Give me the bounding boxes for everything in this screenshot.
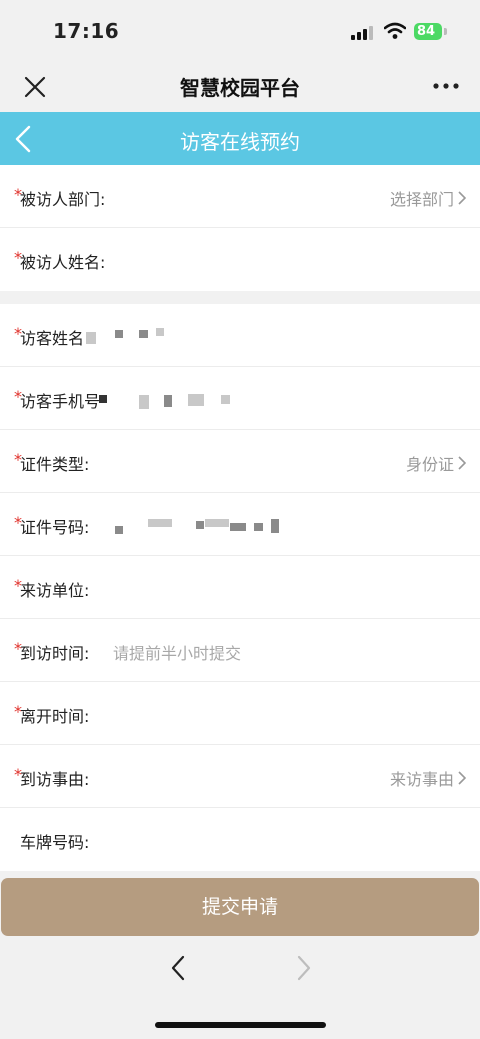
page-title: 访客在线预约 xyxy=(180,130,300,154)
status-bar: 17:16 84 xyxy=(0,0,480,62)
departure-time-label: 离开时间: xyxy=(20,707,90,726)
redacted-text xyxy=(221,395,230,404)
visit-reason-label: 到访事由: xyxy=(20,770,90,789)
redacted-text xyxy=(139,330,148,338)
chevron-right-icon[interactable] xyxy=(294,955,312,981)
battery-tip xyxy=(444,28,447,35)
license-plate-row[interactable]: 车牌号码: xyxy=(0,808,480,871)
redacted-text xyxy=(86,332,96,344)
visitor-section: * 访客姓名 * 访客手机号 * 证件类型: 身份证 * 证件号码: * 来访单… xyxy=(0,304,480,871)
visitor-name-row[interactable]: * 访客姓名 xyxy=(0,304,480,367)
visit-reason-value[interactable]: 来访事由 xyxy=(390,766,454,790)
visitor-phone-row[interactable]: * 访客手机号 xyxy=(0,367,480,430)
host-name-label: 被访人姓名: xyxy=(20,253,106,272)
redacted-text xyxy=(115,330,123,338)
id-type-value[interactable]: 身份证 xyxy=(406,451,454,475)
redacted-text xyxy=(115,526,123,534)
battery-level: 84 xyxy=(417,24,436,39)
home-indicator xyxy=(155,1022,326,1028)
visitor-company-row[interactable]: * 来访单位: xyxy=(0,556,480,619)
redacted-text xyxy=(271,519,279,533)
redacted-text xyxy=(205,519,229,527)
redacted-text xyxy=(188,394,204,406)
redacted-text xyxy=(164,395,172,407)
chevron-right-icon xyxy=(458,456,466,470)
id-number-label: 证件号码: xyxy=(20,518,90,537)
page-header: 访客在线预约 xyxy=(0,112,480,165)
department-row[interactable]: * 被访人部门: 选择部门 xyxy=(0,165,480,228)
redacted-text xyxy=(254,523,263,531)
id-number-row[interactable]: * 证件号码: xyxy=(0,493,480,556)
redacted-text xyxy=(156,328,164,336)
app-header: 智慧校园平台 xyxy=(0,62,480,112)
host-name-row[interactable]: * 被访人姓名: xyxy=(0,228,480,291)
department-value[interactable]: 选择部门 xyxy=(390,186,454,210)
arrival-time-label: 到访时间: xyxy=(20,644,90,663)
redacted-text xyxy=(148,519,172,527)
redacted-text xyxy=(99,395,107,403)
visit-reason-row[interactable]: * 到访事由: 来访事由 xyxy=(0,745,480,808)
host-section: * 被访人部门: 选择部门 * 被访人姓名: xyxy=(0,165,480,291)
submit-button[interactable]: 提交申请 xyxy=(1,878,479,936)
redacted-text xyxy=(196,521,204,529)
redacted-text xyxy=(230,523,246,531)
arrival-time-row[interactable]: * 到访时间: 请提前半小时提交 xyxy=(0,619,480,682)
visitor-name-label: 访客姓名 xyxy=(20,329,85,348)
battery-icon: 84 xyxy=(414,23,442,40)
app-title: 智慧校园平台 xyxy=(180,76,300,100)
license-plate-label: 车牌号码: xyxy=(20,833,90,852)
department-label: 被访人部门: xyxy=(20,190,106,209)
more-icon[interactable] xyxy=(432,82,460,90)
arrival-time-placeholder[interactable]: 请提前半小时提交 xyxy=(113,640,241,664)
visitor-company-label: 来访单位: xyxy=(20,581,90,600)
chevron-right-icon xyxy=(458,191,466,205)
id-type-row[interactable]: * 证件类型: 身份证 xyxy=(0,430,480,493)
chevron-right-icon xyxy=(458,771,466,785)
visitor-phone-label: 访客手机号 xyxy=(20,392,101,411)
signal-icon xyxy=(351,26,375,40)
chevron-left-icon[interactable] xyxy=(170,955,188,981)
status-time: 17:16 xyxy=(53,19,120,43)
wifi-icon xyxy=(384,22,406,39)
redacted-text xyxy=(139,395,149,409)
id-type-label: 证件类型: xyxy=(20,455,90,474)
departure-time-row[interactable]: * 离开时间: xyxy=(0,682,480,745)
